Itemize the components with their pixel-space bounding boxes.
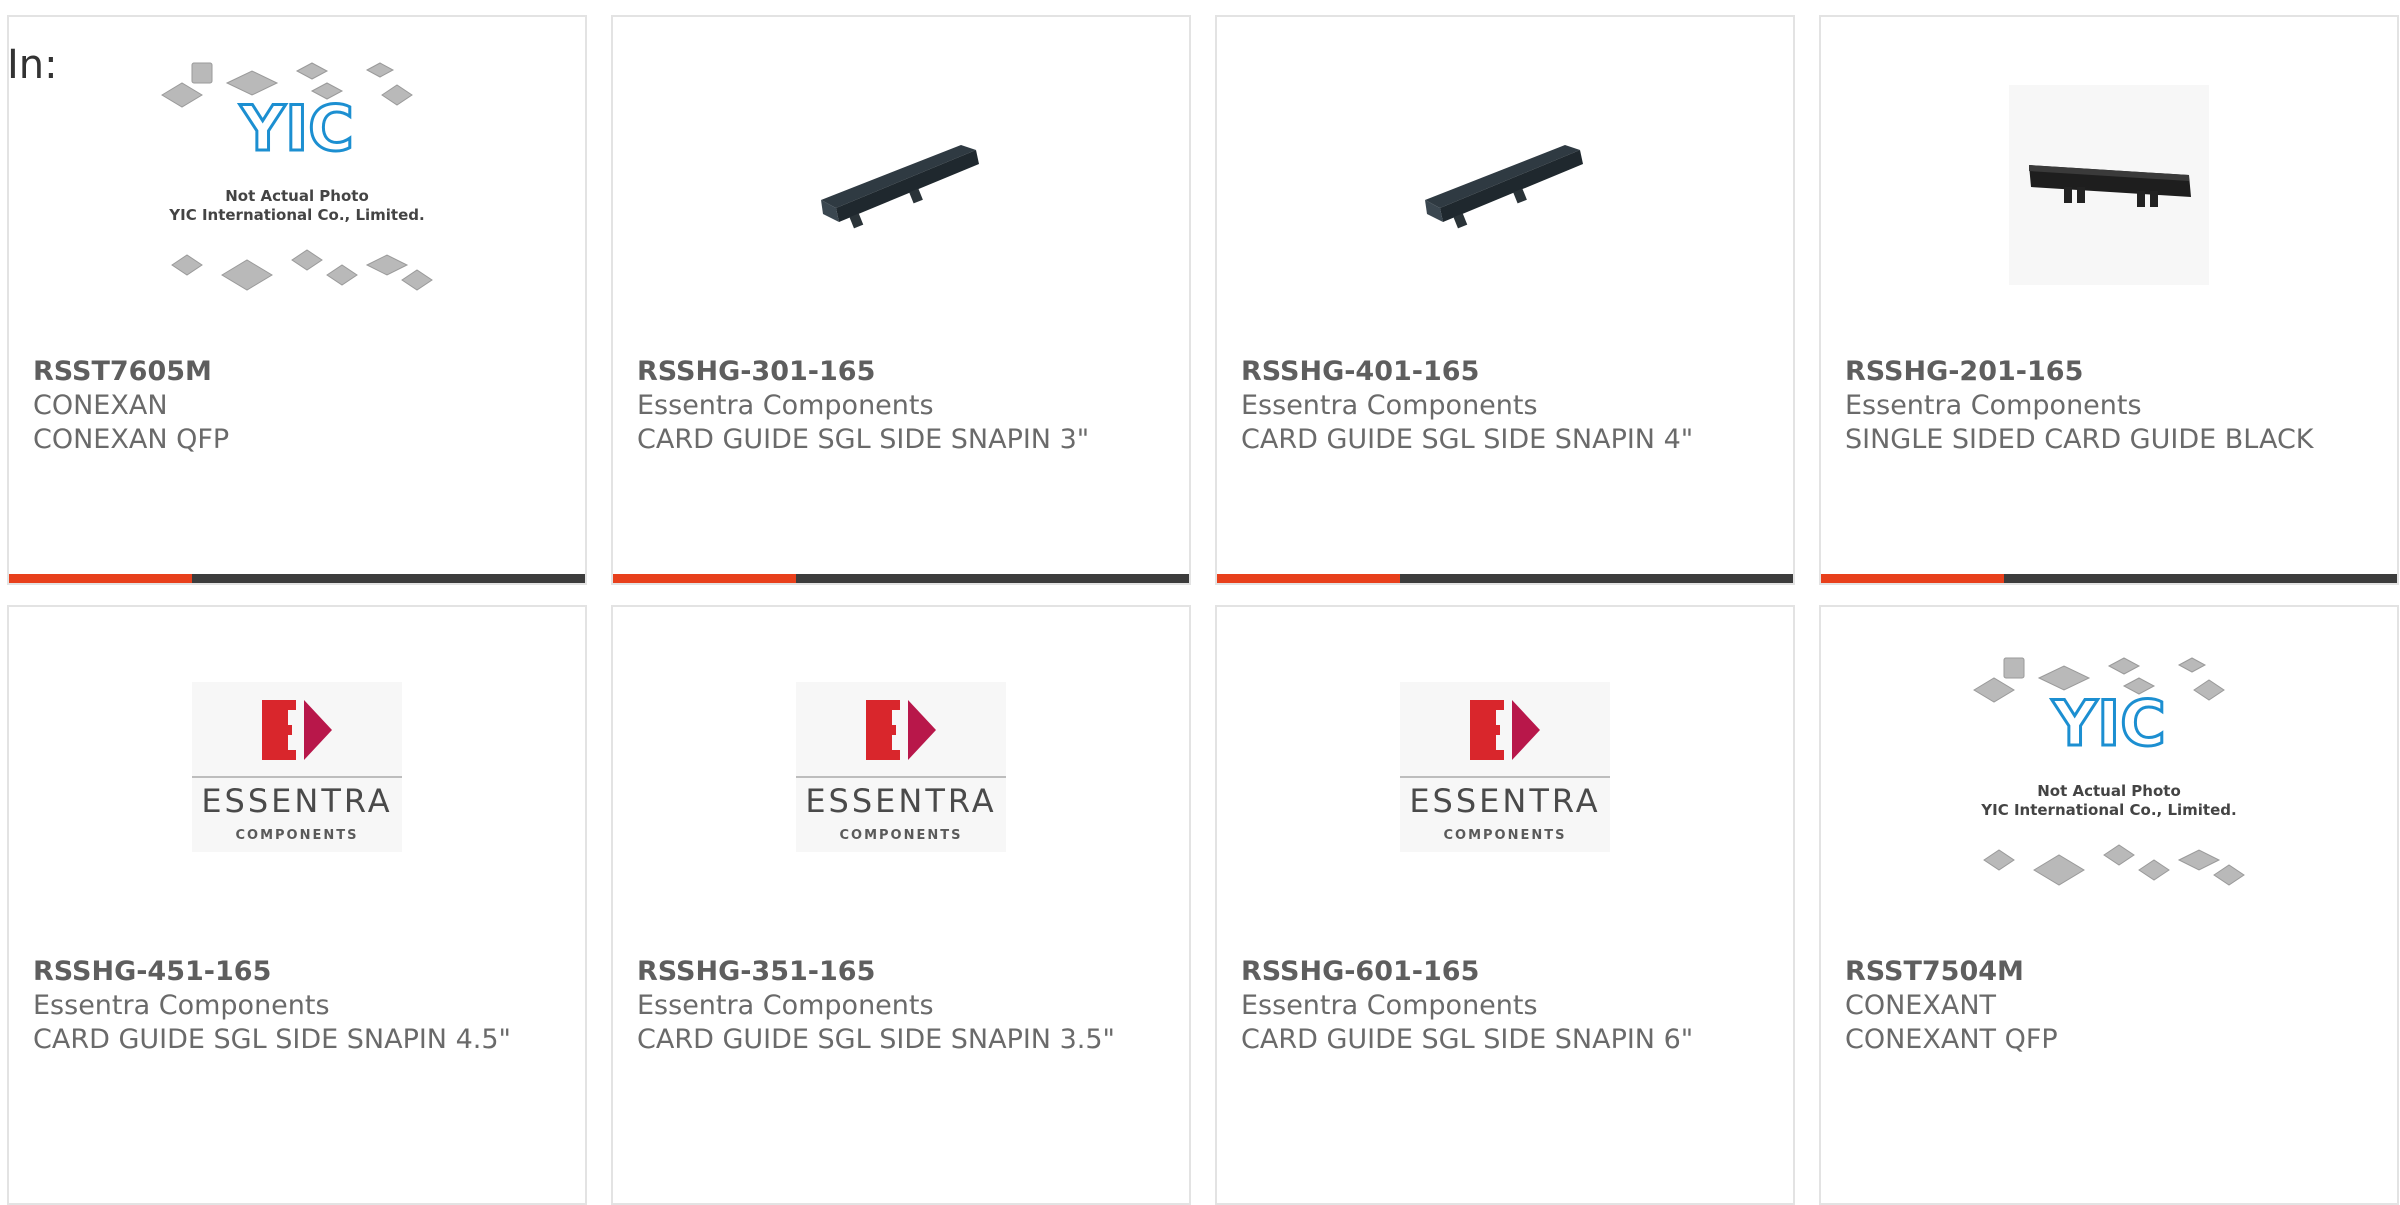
product-image[interactable]: ESSENTRA COMPONENTS	[9, 607, 585, 927]
product-card[interactable]: ESSENTRA COMPONENTS RSSHG-351-165 Essent…	[611, 605, 1191, 1205]
product-card[interactable]: ESSENTRA COMPONENTS RSSHG-601-165 Essent…	[1215, 605, 1795, 1205]
part-number[interactable]: RSSHG-401-165	[1241, 355, 1769, 389]
description: CARD GUIDE SGL SIDE SNAPIN 6"	[1241, 1024, 1694, 1055]
description: CONEXAN QFP	[33, 424, 230, 455]
manufacturer: Essentra Components	[1241, 390, 1538, 421]
manufacturer: CONEXANT	[1845, 990, 1997, 1021]
product-image[interactable]: YIC Not Actual Photo YIC International C…	[9, 17, 585, 352]
yic-placeholder-image: YIC Not Actual Photo YIC International C…	[1973, 656, 2245, 886]
svg-text:YIC International Co., Limited: YIC International Co., Limited.	[1980, 801, 2236, 819]
card-accent-bar	[9, 574, 585, 583]
product-card[interactable]: RSSHG-301-165 Essentra Components CARD G…	[611, 15, 1191, 585]
product-info: RSSHG-401-165 Essentra Components CARD G…	[1241, 355, 1769, 457]
product-card[interactable]: YIC Not Actual Photo YIC International C…	[7, 15, 587, 585]
svg-text:ESSENTRA: ESSENTRA	[1409, 782, 1600, 820]
product-info: RSSHG-451-165 Essentra Components CARD G…	[33, 955, 561, 1057]
svg-text:ESSENTRA: ESSENTRA	[201, 782, 392, 820]
product-card[interactable]: YIC Not Actual Photo YIC International C…	[1819, 605, 2399, 1205]
product-image[interactable]	[1821, 17, 2397, 352]
part-number[interactable]: RSSHG-301-165	[637, 355, 1165, 389]
product-info: RSST7605M CONEXAN CONEXAN QFP	[33, 355, 561, 457]
description: CARD GUIDE SGL SIDE SNAPIN 4"	[1241, 424, 1694, 455]
card-accent-bar	[1217, 574, 1793, 583]
svg-text:Not Actual Photo: Not Actual Photo	[2037, 782, 2181, 800]
description: CARD GUIDE SGL SIDE SNAPIN 3"	[637, 424, 1090, 455]
part-number[interactable]: RSST7504M	[1845, 955, 2373, 989]
essentra-logo-image: ESSENTRA COMPONENTS	[796, 682, 1006, 852]
product-info: RSSHG-301-165 Essentra Components CARD G…	[637, 355, 1165, 457]
essentra-logo-image: ESSENTRA COMPONENTS	[192, 682, 402, 852]
svg-text:COMPONENTS: COMPONENTS	[840, 828, 963, 843]
product-image[interactable]	[613, 17, 1189, 352]
manufacturer: Essentra Components	[637, 390, 934, 421]
part-number[interactable]: RSSHG-201-165	[1845, 355, 2373, 389]
manufacturer: Essentra Components	[1845, 390, 2142, 421]
yic-placeholder-image: YIC Not Actual Photo YIC International C…	[161, 61, 433, 291]
description: CARD GUIDE SGL SIDE SNAPIN 4.5"	[33, 1024, 511, 1055]
svg-text:YIC: YIC	[239, 92, 353, 165]
product-card[interactable]: RSSHG-201-165 Essentra Components SINGLE…	[1819, 15, 2399, 585]
manufacturer: CONEXAN	[33, 390, 168, 421]
svg-text:COMPONENTS: COMPONENTS	[236, 828, 359, 843]
manufacturer: Essentra Components	[637, 990, 934, 1021]
card-accent-bar	[613, 574, 1189, 583]
description: CARD GUIDE SGL SIDE SNAPIN 3.5"	[637, 1024, 1115, 1055]
product-image[interactable]: YIC Not Actual Photo YIC International C…	[1821, 607, 2397, 952]
product-grid: YIC Not Actual Photo YIC International C…	[7, 15, 2400, 1205]
card-accent-bar	[1821, 574, 2397, 583]
product-image[interactable]: ESSENTRA COMPONENTS	[613, 607, 1189, 927]
filter-label: In:	[7, 42, 58, 88]
part-number[interactable]: RSST7605M	[33, 355, 561, 389]
product-card[interactable]: ESSENTRA COMPONENTS RSSHG-451-165 Essent…	[7, 605, 587, 1205]
svg-text:Not Actual Photo: Not Actual Photo	[225, 187, 369, 205]
essentra-logo-image: ESSENTRA COMPONENTS	[1400, 682, 1610, 852]
product-info: RSSHG-351-165 Essentra Components CARD G…	[637, 955, 1165, 1057]
description: CONEXANT QFP	[1845, 1024, 2058, 1055]
product-info: RSSHG-601-165 Essentra Components CARD G…	[1241, 955, 1769, 1057]
card-guide-black-image	[2009, 84, 2209, 285]
product-card[interactable]: RSSHG-401-165 Essentra Components CARD G…	[1215, 15, 1795, 585]
product-info: RSSHG-201-165 Essentra Components SINGLE…	[1845, 355, 2373, 457]
product-image[interactable]	[1217, 17, 1793, 352]
svg-text:ESSENTRA: ESSENTRA	[805, 782, 996, 820]
svg-text:COMPONENTS: COMPONENTS	[1444, 828, 1567, 843]
part-number[interactable]: RSSHG-601-165	[1241, 955, 1769, 989]
part-number[interactable]: RSSHG-351-165	[637, 955, 1165, 989]
manufacturer: Essentra Components	[1241, 990, 1538, 1021]
manufacturer: Essentra Components	[33, 990, 330, 1021]
svg-text:YIC: YIC	[2051, 687, 2165, 760]
description: SINGLE SIDED CARD GUIDE BLACK	[1845, 424, 2314, 455]
product-info: RSST7504M CONEXANT CONEXANT QFP	[1845, 955, 2373, 1057]
product-image[interactable]: ESSENTRA COMPONENTS	[1217, 607, 1793, 927]
card-guide-image	[821, 144, 979, 228]
svg-text:YIC International Co., Limited: YIC International Co., Limited.	[168, 206, 424, 224]
part-number[interactable]: RSSHG-451-165	[33, 955, 561, 989]
card-guide-image	[1425, 144, 1583, 228]
